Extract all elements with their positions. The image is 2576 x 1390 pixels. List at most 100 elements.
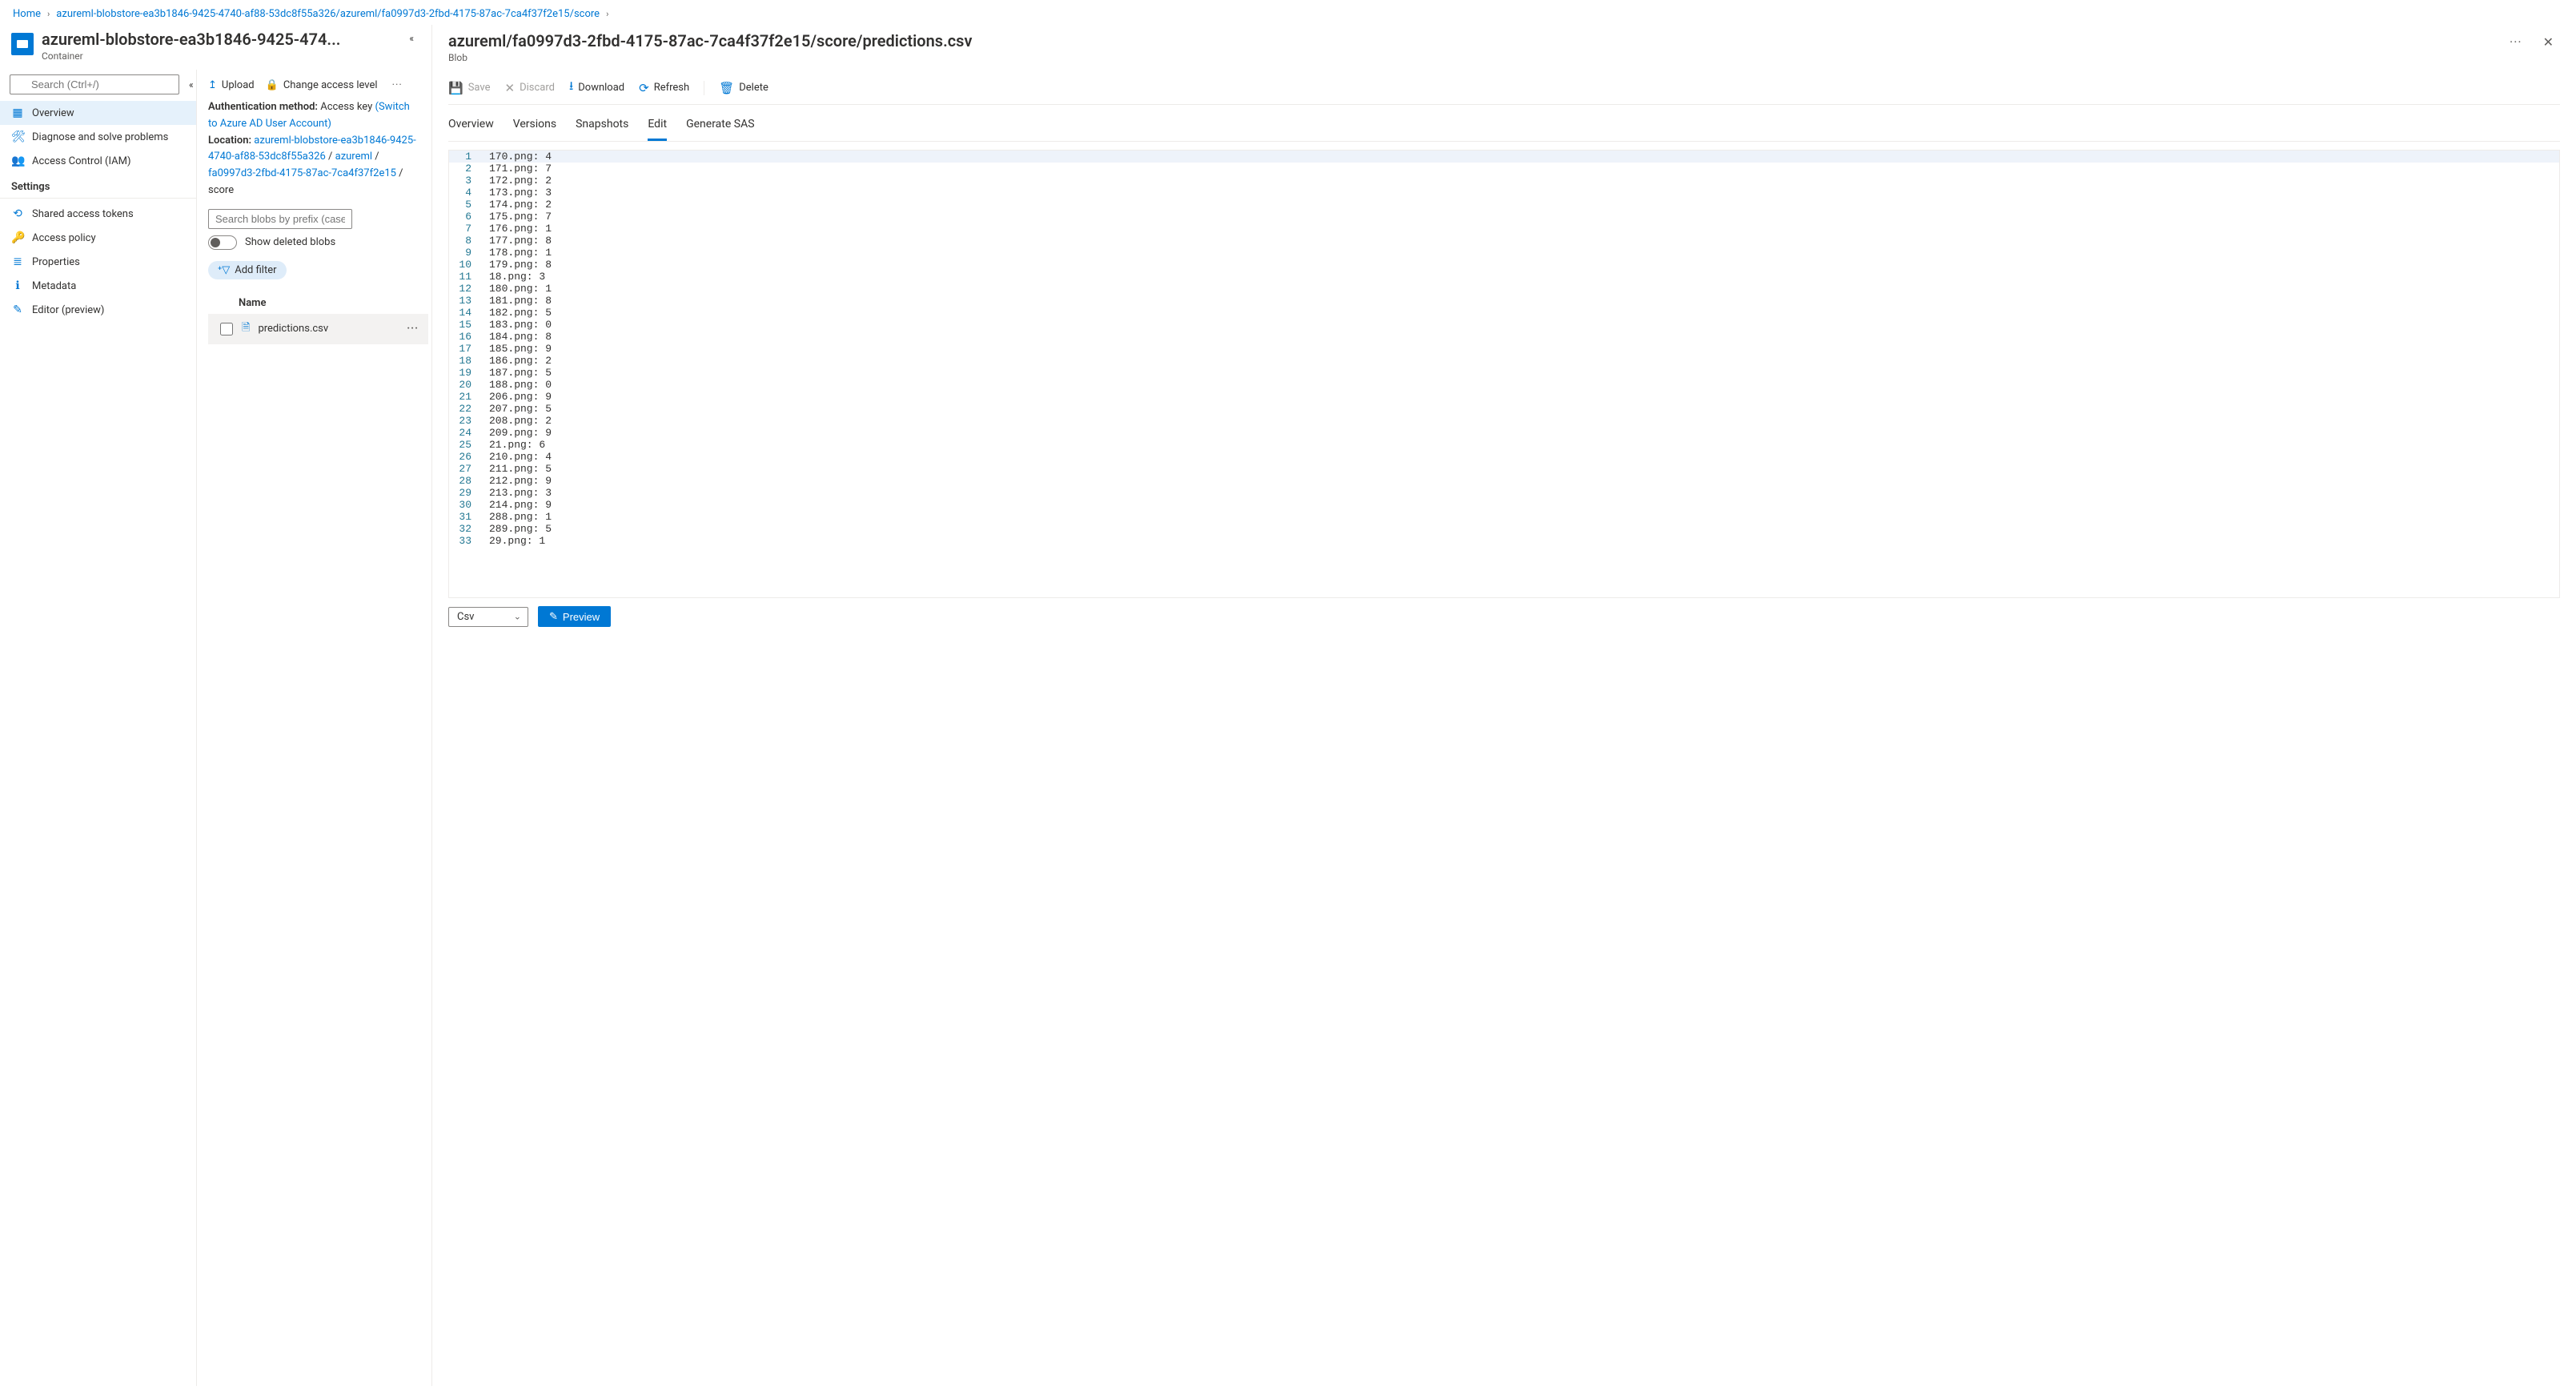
sidebar-search-input[interactable] <box>10 74 179 94</box>
editor-line[interactable]: 1170.png: 4 <box>449 151 2559 163</box>
editor-line[interactable]: 3329.png: 1 <box>449 535 2559 547</box>
blob-row-checkbox[interactable] <box>220 323 233 335</box>
editor-line[interactable]: 6175.png: 7 <box>449 211 2559 223</box>
file-editor[interactable]: 1170.png: 42171.png: 73172.png: 24173.pn… <box>448 150 2560 598</box>
edit-icon: ✎ <box>549 610 558 623</box>
editor-line[interactable]: 23208.png: 2 <box>449 415 2559 427</box>
sidebar-item-label: Overview <box>32 107 74 119</box>
line-content: 175.png: 7 <box>479 211 552 223</box>
lock-icon: 🔒 <box>266 79 279 91</box>
sidebar-item-metadata[interactable]: ℹMetadata <box>0 274 196 298</box>
line-content: 211.png: 5 <box>479 463 552 475</box>
editor-line[interactable]: 21206.png: 9 <box>449 391 2559 403</box>
line-number: 30 <box>449 499 479 511</box>
sidebar-item-overview[interactable]: ▦Overview <box>0 101 196 125</box>
discard-button[interactable]: ✕Discard <box>505 81 555 95</box>
line-content: 188.png: 0 <box>479 379 552 391</box>
line-number: 32 <box>449 523 479 535</box>
blob-more-button[interactable]: ··· <box>2503 31 2529 53</box>
location-segment[interactable]: fa0997d3-2fbd-4175-87ac-7ca4f37f2e15 <box>208 167 396 179</box>
show-deleted-toggle[interactable] <box>208 235 237 250</box>
line-content: 289.png: 5 <box>479 523 552 535</box>
editor-icon: ✎ <box>11 303 24 316</box>
location-label: Location: <box>208 135 251 147</box>
editor-line[interactable]: 18186.png: 2 <box>449 355 2559 367</box>
sidebar: 🔍 « ▦Overview🛠Diagnose and solve problem… <box>0 70 197 1386</box>
tab-overview[interactable]: Overview <box>448 113 494 141</box>
editor-line[interactable]: 1118.png: 3 <box>449 271 2559 283</box>
editor-line[interactable]: 2521.png: 6 <box>449 439 2559 451</box>
editor-line[interactable]: 7176.png: 1 <box>449 223 2559 235</box>
tab-generate-sas[interactable]: Generate SAS <box>686 113 754 141</box>
blob-row[interactable]: 🗎 predictions.csv ··· <box>208 314 428 344</box>
collapse-panel-button[interactable]: « <box>403 30 420 47</box>
column-header-name[interactable]: Name <box>239 297 266 309</box>
blob-row-more-button[interactable]: ··· <box>402 323 423 335</box>
line-number: 14 <box>449 307 479 319</box>
tab-edit[interactable]: Edit <box>648 113 667 141</box>
line-content: 179.png: 8 <box>479 259 552 271</box>
editor-line[interactable]: 26210.png: 4 <box>449 451 2559 463</box>
change-access-level-button[interactable]: 🔒 Change access level <box>266 79 378 91</box>
editor-line[interactable]: 20188.png: 0 <box>449 379 2559 391</box>
editor-line[interactable]: 13181.png: 8 <box>449 295 2559 307</box>
auth-method-label: Authentication method: <box>208 101 318 113</box>
editor-line[interactable]: 17185.png: 9 <box>449 343 2559 355</box>
collapse-sidebar-button[interactable]: « <box>186 78 197 92</box>
line-content: 288.png: 1 <box>479 511 552 523</box>
editor-line[interactable]: 22207.png: 5 <box>449 403 2559 415</box>
editor-line[interactable]: 28212.png: 9 <box>449 475 2559 487</box>
editor-line[interactable]: 14182.png: 5 <box>449 307 2559 319</box>
editor-line[interactable]: 9178.png: 1 <box>449 247 2559 259</box>
sidebar-item-access-policy[interactable]: 🔑Access policy <box>0 226 196 250</box>
editor-line[interactable]: 10179.png: 8 <box>449 259 2559 271</box>
line-number: 21 <box>449 391 479 403</box>
preview-button[interactable]: ✎ Preview <box>538 606 611 627</box>
line-number: 25 <box>449 439 479 451</box>
editor-line[interactable]: 19187.png: 5 <box>449 367 2559 379</box>
editor-line[interactable]: 8177.png: 8 <box>449 235 2559 247</box>
line-content: 210.png: 4 <box>479 451 552 463</box>
editor-line[interactable]: 16184.png: 8 <box>449 331 2559 343</box>
more-actions-button[interactable]: ··· <box>389 79 406 91</box>
line-content: 208.png: 2 <box>479 415 552 427</box>
sidebar-item-properties[interactable]: ≣Properties <box>0 250 196 274</box>
editor-line[interactable]: 31288.png: 1 <box>449 511 2559 523</box>
editor-line[interactable]: 24209.png: 9 <box>449 427 2559 439</box>
sidebar-item-diagnose-and-solve-problems[interactable]: 🛠Diagnose and solve problems <box>0 125 196 149</box>
line-content: 177.png: 8 <box>479 235 552 247</box>
delete-button[interactable]: 🗑Delete <box>719 81 768 95</box>
settings-section-label: Settings <box>0 173 196 199</box>
line-content: 182.png: 5 <box>479 307 552 319</box>
sidebar-item-label: Metadata <box>32 280 76 292</box>
editor-line[interactable]: 2171.png: 7 <box>449 163 2559 175</box>
editor-line[interactable]: 15183.png: 0 <box>449 319 2559 331</box>
upload-button[interactable]: ↥ Upload <box>208 79 255 91</box>
location-segment[interactable]: azureml <box>335 151 372 163</box>
line-number: 4 <box>449 187 479 199</box>
line-number: 20 <box>449 379 479 391</box>
editor-line[interactable]: 29213.png: 3 <box>449 487 2559 499</box>
breadcrumb-home[interactable]: Home <box>13 8 41 20</box>
blob-prefix-search-input[interactable] <box>208 209 352 229</box>
format-select[interactable]: Csv ⌄ <box>448 607 528 627</box>
sidebar-item-shared-access-tokens[interactable]: ⟲Shared access tokens <box>0 202 196 226</box>
download-button[interactable]: ⭳Download <box>569 78 624 98</box>
breadcrumb: Home › azureml-blobstore-ea3b1846-9425-4… <box>0 0 2576 25</box>
breadcrumb-path[interactable]: azureml-blobstore-ea3b1846-9425-4740-af8… <box>56 8 600 20</box>
editor-line[interactable]: 30214.png: 9 <box>449 499 2559 511</box>
add-filter-button[interactable]: ⁺▽ Add filter <box>208 261 287 279</box>
editor-line[interactable]: 12180.png: 1 <box>449 283 2559 295</box>
tab-snapshots[interactable]: Snapshots <box>576 113 628 141</box>
editor-line[interactable]: 3172.png: 2 <box>449 175 2559 187</box>
editor-line[interactable]: 27211.png: 5 <box>449 463 2559 475</box>
save-button[interactable]: 💾Save <box>448 81 491 95</box>
editor-line[interactable]: 5174.png: 2 <box>449 199 2559 211</box>
sidebar-item-access-control-iam-[interactable]: 👥Access Control (IAM) <box>0 149 196 173</box>
refresh-button[interactable]: ⟳Refresh <box>639 81 689 95</box>
tab-versions[interactable]: Versions <box>513 113 556 141</box>
editor-line[interactable]: 4173.png: 3 <box>449 187 2559 199</box>
sidebar-item-editor-preview-[interactable]: ✎Editor (preview) <box>0 298 196 322</box>
close-icon[interactable]: ✕ <box>2537 31 2560 53</box>
editor-line[interactable]: 32289.png: 5 <box>449 523 2559 535</box>
